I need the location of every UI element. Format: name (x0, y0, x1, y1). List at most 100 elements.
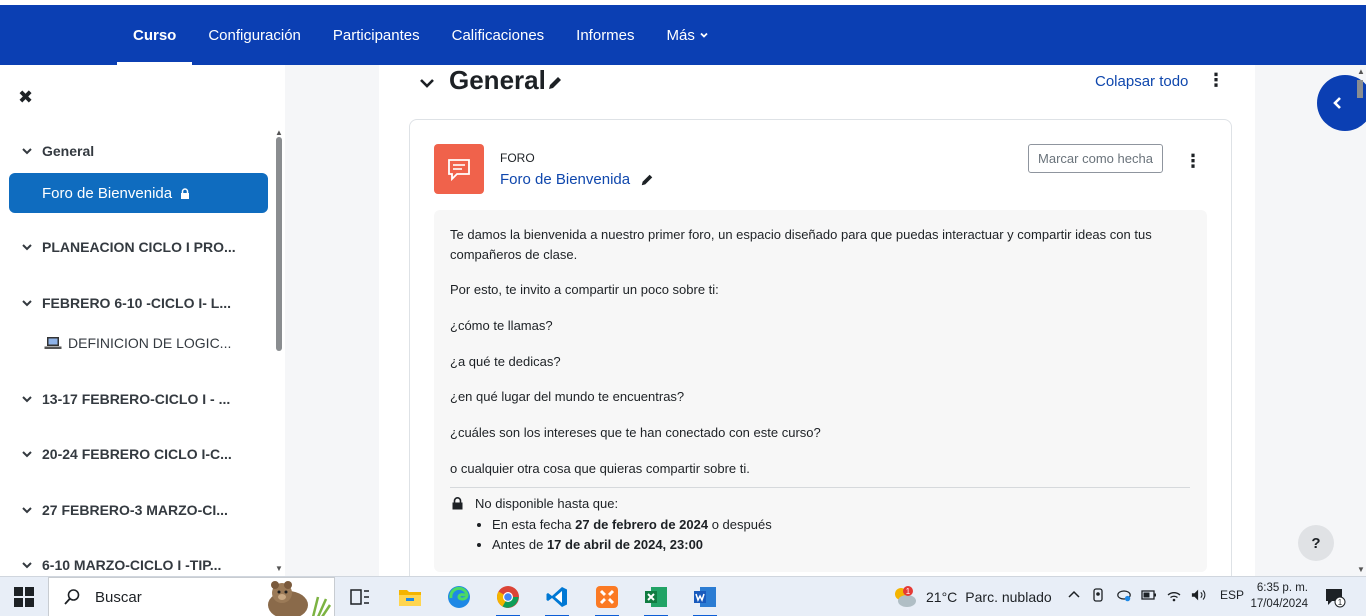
scroll-up-arrow[interactable]: ▲ (275, 128, 283, 137)
forum-icon (434, 144, 484, 194)
index-section-label: 6-10 MARZO-CICLO I -TIP... (42, 557, 222, 573)
wifi-icon[interactable] (1166, 587, 1182, 603)
activity-description: Te damos la bienvenida a nuestro primer … (434, 210, 1207, 572)
laptop-icon (44, 337, 62, 349)
file-explorer-icon[interactable] (396, 583, 424, 611)
section-title: General (449, 65, 546, 95)
chevron-up-icon[interactable] (1066, 587, 1082, 603)
index-section-planeacion[interactable]: PLANEACION CICLO I PRO... (20, 239, 260, 255)
chevron-down-icon (22, 244, 32, 251)
chevron-down-icon (22, 396, 32, 403)
restriction-item: En esta fecha 27 de febrero de 2024 o de… (492, 515, 772, 535)
chevron-down-icon (700, 32, 708, 38)
access-restriction: No disponible hasta que: En esta fecha 2… (452, 496, 772, 555)
weather-temperature: 21°C (926, 589, 958, 605)
chevron-down-icon (22, 451, 32, 458)
activity-menu-kebab-icon[interactable]: ⋮ (1184, 152, 1202, 170)
description-question: ¿en qué lugar del mundo te encuentras? (450, 389, 685, 404)
taskbar: Buscar 1 21°C Parc. nublado ESP 6:35 p. … (0, 576, 1366, 616)
weather-widget[interactable]: 1 21°C Parc. nublado (892, 585, 1052, 609)
page-scroll-down-arrow[interactable]: ▼ (1357, 565, 1365, 574)
search-icon (64, 589, 80, 605)
word-icon[interactable] (691, 583, 719, 616)
restriction-date: 27 de febrero de 2024 (575, 517, 709, 532)
index-section-label: 27 FEBRERO-3 MARZO-CI... (42, 502, 228, 518)
restriction-list: En esta fecha 27 de febrero de 2024 o de… (452, 515, 772, 555)
chevron-down-icon (22, 507, 32, 514)
description-question: ¿a qué te dedicas? (450, 354, 561, 369)
index-item-label: DEFINICION DE LOGIC... (68, 335, 232, 351)
chrome-browser-icon[interactable] (494, 583, 522, 616)
index-section-febrero-6-10[interactable]: FEBRERO 6-10 -CICLO I- L... (20, 295, 260, 311)
index-section-6-10-marzo[interactable]: 6-10 MARZO-CICLO I -TIP... (20, 557, 260, 573)
page-scrollbar-thumb[interactable] (1357, 80, 1363, 98)
help-button[interactable]: ? (1298, 525, 1334, 561)
index-section-label: 20-24 FEBRERO CICLO I-C... (42, 446, 232, 462)
restriction-text: o después (708, 517, 772, 532)
nav-tab-label: Informes (576, 26, 635, 44)
nav-tab-label: Participantes (332, 26, 420, 44)
page-scroll-up-arrow[interactable]: ▲ (1357, 67, 1365, 76)
mark-as-done-button[interactable]: Marcar como hecha (1028, 144, 1163, 173)
index-item-definicion[interactable]: DEFINICION DE LOGIC... (44, 335, 231, 351)
excel-icon[interactable] (642, 583, 670, 616)
index-section-label: 13-17 FEBRERO-CICLO I - ... (42, 391, 231, 407)
course-index-drawer: ✖ General Foro de Bienvenida PLANEACION … (0, 65, 285, 576)
xampp-icon[interactable] (593, 583, 621, 616)
chevron-down-icon (22, 148, 32, 155)
clock-date: 17/04/2024 (1250, 598, 1308, 610)
volume-icon[interactable] (1191, 587, 1207, 603)
close-icon[interactable]: ✖ (18, 87, 33, 108)
nav-tab-calificaciones[interactable]: Calificaciones (436, 5, 561, 65)
svg-text:1: 1 (1338, 598, 1343, 607)
section-header: General Colapsar todo ⋮ (379, 65, 1255, 119)
index-section-label: General (42, 143, 95, 159)
edge-browser-icon[interactable] (445, 583, 473, 611)
chevron-down-icon[interactable] (419, 75, 435, 91)
weather-description: Parc. nublado (965, 589, 1052, 605)
scroll-down-arrow[interactable]: ▼ (275, 564, 283, 573)
nav-tab-curso[interactable]: Curso (117, 5, 193, 65)
nav-tab-mas[interactable]: Más (651, 5, 725, 65)
meet-now-icon[interactable] (1091, 587, 1107, 603)
section-menu-kebab-icon[interactable]: ⋮ (1207, 71, 1225, 89)
index-scrollbar-thumb[interactable] (276, 137, 282, 351)
onedrive-icon[interactable] (1116, 587, 1132, 603)
activity-name-link[interactable]: Foro de Bienvenida (500, 171, 654, 188)
index-section-27-febrero[interactable]: 27 FEBRERO-3 MARZO-CI... (20, 502, 260, 518)
index-section-label: PLANEACION CICLO I PRO... (42, 239, 236, 255)
index-item-foro-bienvenida[interactable]: Foro de Bienvenida (9, 173, 268, 213)
index-section-20-24-febrero[interactable]: 20-24 FEBRERO CICLO I-C... (20, 446, 260, 462)
course-content: General Colapsar todo ⋮ FORO Foro de Bie… (379, 65, 1255, 589)
task-view-icon[interactable] (346, 583, 374, 611)
battery-icon[interactable] (1141, 587, 1157, 603)
search-placeholder: Buscar (95, 588, 142, 606)
nav-tab-participantes[interactable]: Participantes (317, 5, 436, 65)
nav-tab-label: Calificaciones (451, 26, 545, 44)
vscode-icon[interactable] (543, 583, 571, 616)
lock-icon (452, 497, 463, 510)
description-paragraph: Te damos la bienvenida a nuestro primer … (450, 227, 1152, 262)
windows-start-icon[interactable] (14, 587, 34, 607)
description-paragraph: o cualquier otra cosa que quieras compar… (450, 461, 750, 476)
description-question: ¿cómo te llamas? (450, 318, 553, 333)
description-paragraph: Por esto, te invito a compartir un poco … (450, 282, 719, 297)
weather-badge: 1 (906, 587, 911, 596)
restriction-item: Antes de 17 de abril de 2024, 23:00 (492, 535, 772, 555)
index-section-13-17-febrero[interactable]: 13-17 FEBRERO-CICLO I - ... (20, 391, 260, 407)
collapse-all-link[interactable]: Colapsar todo (1095, 73, 1188, 90)
pencil-icon[interactable] (547, 75, 563, 91)
notification-center-icon[interactable]: 1 (1324, 586, 1346, 608)
nav-tab-configuracion[interactable]: Configuración (192, 5, 317, 65)
clock-time: 6:35 p. m. (1256, 582, 1308, 594)
restriction-date: 17 de abril de 2024, 23:00 (546, 537, 704, 552)
taskbar-clock[interactable]: 6:35 p. m. 17/04/2024 (1240, 580, 1308, 612)
lock-icon (181, 187, 190, 199)
chevron-down-icon (22, 562, 32, 569)
activity-name: Foro de Bienvenida (500, 171, 631, 188)
nav-tab-label: Más (666, 26, 695, 44)
index-section-general[interactable]: General (20, 143, 260, 159)
divider (450, 487, 1190, 488)
nav-tab-informes[interactable]: Informes (560, 5, 650, 65)
pencil-icon[interactable] (640, 173, 654, 187)
